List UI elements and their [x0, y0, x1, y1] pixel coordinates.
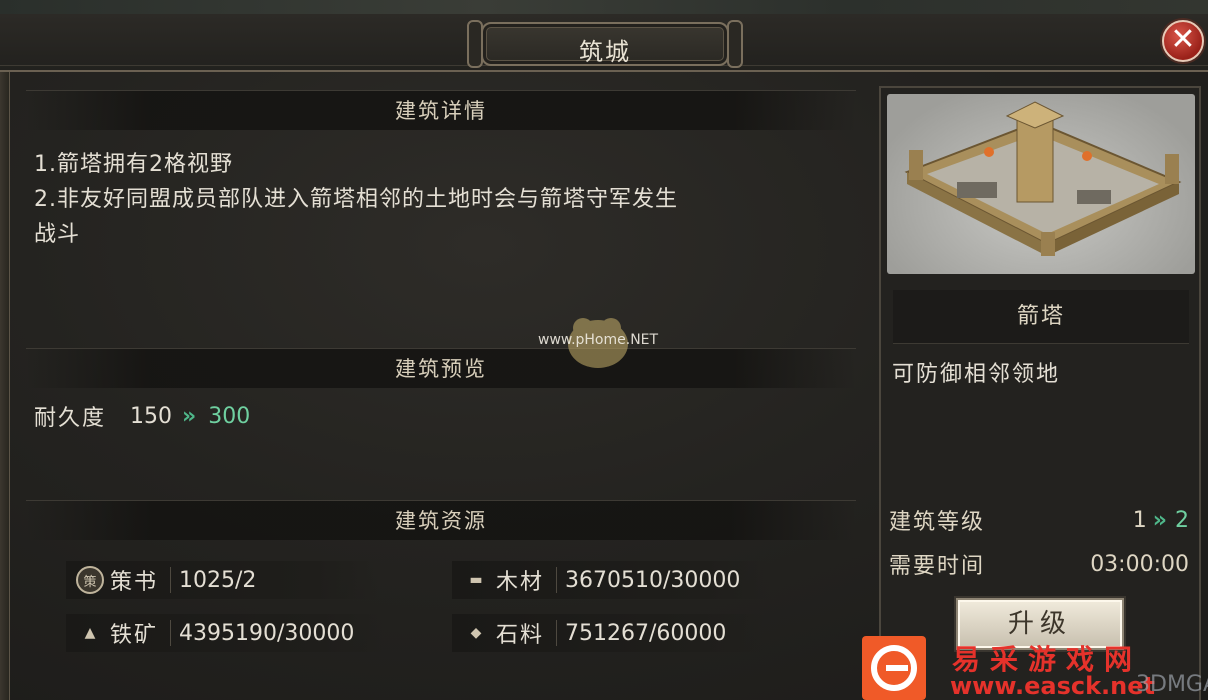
book-icon: 策	[76, 566, 104, 594]
title-cartouche: 筑城	[467, 14, 743, 72]
level-values: 1 » 2	[1133, 508, 1189, 533]
upgrade-arrow-icon: »	[182, 403, 196, 429]
divider	[170, 620, 171, 646]
resources-section-header: 建筑资源	[26, 500, 856, 540]
durability-row: 耐久度 150 » 300	[34, 400, 250, 432]
building-name: 箭塔	[893, 290, 1189, 344]
level-next: 2	[1175, 507, 1189, 533]
site-watermark: 易采游戏网 www.easck.net 3DMGAME	[862, 636, 1208, 700]
wood-icon: ▬	[469, 572, 483, 588]
dialog-left-trim	[0, 72, 10, 700]
divider	[170, 567, 171, 593]
close-button[interactable]: ✕	[1162, 20, 1204, 62]
resource-value: 751267/60000	[565, 620, 727, 646]
dialog-title: 筑城	[579, 38, 631, 66]
resource-value: 1025/2	[179, 567, 257, 593]
resource-slot-wood: ▬ 木材 3670510/30000	[452, 561, 770, 599]
resource-slot-book: 策 策书 1025/2	[66, 561, 378, 599]
durability-next: 300	[208, 403, 251, 429]
durability-label: 耐久度	[34, 406, 107, 431]
resource-name: 铁矿	[110, 623, 159, 648]
detail-line-3: 战斗	[34, 222, 81, 247]
map-background-strip	[0, 0, 1208, 14]
iron-icon: ▲	[84, 625, 96, 641]
divider	[556, 620, 557, 646]
level-current: 1	[1132, 507, 1147, 533]
close-icon: ✕	[1170, 22, 1196, 57]
resource-value: 3670510/30000	[565, 567, 741, 593]
watermark-3dm: 3DMGAME	[1136, 672, 1208, 697]
arrow-tower-illustration	[904, 101, 1182, 256]
build-time-row: 需要时间 03:00:00	[889, 547, 1189, 581]
detail-line-1: 1.箭塔拥有2格视野	[34, 152, 233, 177]
watermark-site-url: www.easck.net	[950, 672, 1155, 700]
resource-slot-iron: ▲ 铁矿 4395190/30000	[66, 614, 384, 652]
resource-name: 石料	[496, 623, 545, 648]
easck-logo-icon	[862, 636, 926, 700]
time-label: 需要时间	[889, 554, 986, 579]
detail-section-header: 建筑详情	[26, 90, 856, 130]
detail-line-2: 2.非友好同盟成员部队进入箭塔相邻的土地时会与箭塔守军发生	[34, 187, 678, 212]
resource-value: 4395190/30000	[179, 620, 355, 646]
building-level-row: 建筑等级 1 » 2	[889, 503, 1189, 537]
durability-current: 150	[130, 403, 173, 429]
stone-icon: ◆	[470, 625, 482, 641]
preview-section-header: 建筑预览	[26, 348, 856, 388]
divider	[556, 567, 557, 593]
upgrade-arrow-icon: »	[1152, 507, 1167, 533]
resource-slot-stone: ◆ 石料 751267/60000	[452, 614, 764, 652]
build-city-dialog: 筑城 ✕ 建筑详情 1.箭塔拥有2格视野 2.非友好同盟成员部队进入箭塔相邻的土…	[0, 0, 1208, 700]
building-preview-image	[887, 94, 1195, 274]
resource-name: 木材	[496, 570, 545, 595]
time-value: 03:00:00	[1090, 551, 1189, 577]
level-label: 建筑等级	[889, 510, 986, 535]
building-description: 可防御相邻领地	[892, 362, 1061, 387]
watermark-phome: www.pHome.NET	[538, 332, 659, 348]
resource-name: 策书	[110, 570, 159, 595]
